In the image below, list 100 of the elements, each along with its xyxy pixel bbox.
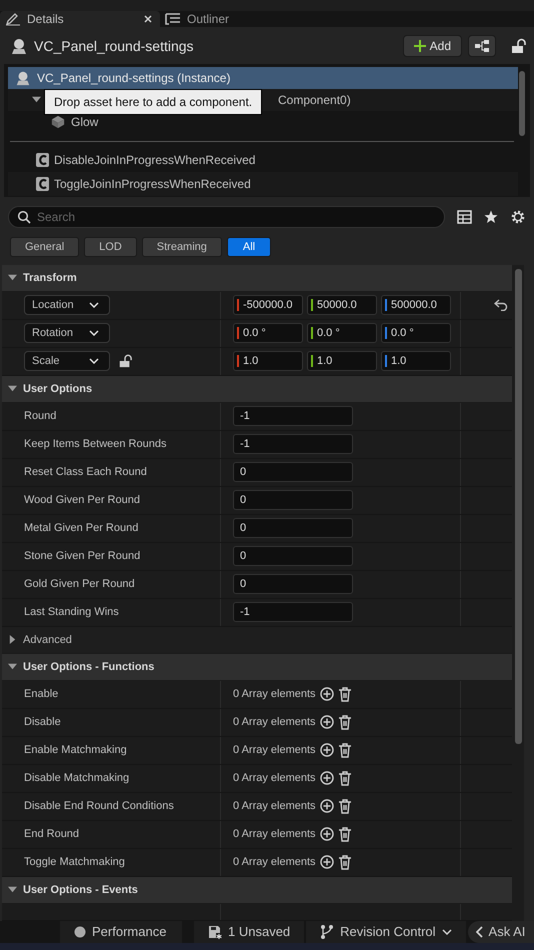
number-field[interactable]: 0 <box>233 518 353 538</box>
function-row[interactable]: DisableJoinInProgressWhenReceived <box>8 148 518 172</box>
number-field[interactable]: -1 <box>233 602 353 622</box>
add-icon[interactable] <box>320 715 334 730</box>
lock-icon[interactable] <box>118 354 132 368</box>
number-field[interactable]: 500000.0 <box>381 295 451 316</box>
filter-button[interactable]: LOD <box>84 236 137 257</box>
component-row[interactable]: VC_Panel_round-settings (Instance) <box>8 66 518 89</box>
section-header[interactable]: User Options - Events <box>2 876 512 904</box>
actor-icon <box>14 70 32 86</box>
status-bar-item[interactable]: Revision Control <box>306 920 466 944</box>
transform-dropdown[interactable]: Rotation <box>24 323 110 344</box>
function-row[interactable]: ToggleJoinInProgressWhenReceived <box>8 172 518 196</box>
number-field[interactable]: 1.0 <box>233 351 303 372</box>
chevron-icon <box>89 330 99 336</box>
chevron-icon <box>476 926 483 938</box>
caret-icon <box>8 384 17 394</box>
scrollbar[interactable] <box>512 264 524 921</box>
panel-tab[interactable]: Outliner <box>160 11 238 27</box>
branch-icon <box>320 924 334 940</box>
status-bar-item[interactable]: Ask AI <box>468 920 534 944</box>
filter-button[interactable]: Streaming <box>142 236 222 257</box>
trash-icon[interactable] <box>338 686 352 702</box>
property-label: Disable <box>24 716 61 728</box>
property-label: Disable End Round Conditions <box>24 800 174 812</box>
close-icon[interactable] <box>144 14 152 23</box>
tooltip: Drop asset here to add a component. <box>44 88 262 115</box>
add-icon[interactable] <box>320 771 334 786</box>
lock-icon[interactable] <box>510 38 526 54</box>
property-label: Gold Given Per Round <box>24 578 135 590</box>
status-bar-item[interactable]: 1 Unsaved <box>194 920 304 944</box>
transform-dropdown[interactable]: Scale <box>24 351 110 372</box>
caret-icon <box>8 885 17 894</box>
number-field[interactable]: 1.0 <box>381 351 451 372</box>
add-icon[interactable] <box>320 855 334 870</box>
number-field[interactable]: 0 <box>233 546 353 566</box>
filter-button[interactable]: General <box>10 236 80 257</box>
number-field[interactable]: 0.0 ° <box>381 323 451 344</box>
actor-title: VC_Panel_round-settings <box>34 38 194 54</box>
save-icon <box>208 924 222 939</box>
add-icon[interactable] <box>320 743 334 758</box>
property-label: Toggle Matchmaking <box>24 856 125 868</box>
add-button[interactable]: Add <box>402 34 462 57</box>
section-header[interactable]: Advanced <box>2 626 512 654</box>
circle-icon <box>74 926 86 938</box>
section-header[interactable]: User Options - Functions <box>2 654 512 681</box>
transform-dropdown[interactable]: Location <box>24 295 110 316</box>
search-field[interactable]: Search <box>8 206 445 228</box>
settings-icon[interactable] <box>510 208 526 225</box>
number-field[interactable]: 0.0 ° <box>233 323 303 344</box>
number-field[interactable]: -500000.0 <box>233 295 303 316</box>
add-icon[interactable] <box>320 799 334 814</box>
number-field[interactable]: -1 <box>233 406 353 426</box>
list-icon <box>165 12 181 26</box>
add-icon[interactable] <box>320 827 334 842</box>
section-header[interactable]: User Options <box>2 376 512 403</box>
array-count: 0 Array elements <box>233 772 316 784</box>
caret-icon[interactable] <box>32 95 41 104</box>
caret-icon <box>8 273 17 282</box>
actor-icon <box>10 36 28 55</box>
trash-icon[interactable] <box>338 742 352 758</box>
property-label: Metal Given Per Round <box>24 522 138 534</box>
number-field[interactable]: 0 <box>233 490 353 510</box>
number-field[interactable]: 0.0 ° <box>307 323 377 344</box>
trash-icon[interactable] <box>338 826 352 842</box>
number-field[interactable]: 0 <box>233 462 353 482</box>
array-count: 0 Array elements <box>233 856 316 868</box>
property-label: Wood Given Per Round <box>24 494 140 506</box>
caret-icon <box>8 662 17 672</box>
array-count: 0 Array elements <box>233 744 316 756</box>
status-bar-item[interactable]: Performance <box>60 920 182 944</box>
table-icon[interactable] <box>457 210 472 224</box>
reset-icon[interactable] <box>494 299 508 312</box>
pencil-icon <box>5 12 21 26</box>
chevron-icon <box>89 358 99 364</box>
chevron-icon <box>89 302 99 308</box>
array-count: 0 Array elements <box>233 716 316 728</box>
property-label: Reset Class Each Round <box>24 466 147 478</box>
property-label: Stone Given Per Round <box>24 550 140 562</box>
trash-icon[interactable] <box>338 770 352 786</box>
star-icon[interactable] <box>484 210 498 224</box>
trash-icon[interactable] <box>338 714 352 730</box>
number-field[interactable]: 0 <box>233 574 353 594</box>
section-header[interactable]: Transform <box>2 264 512 292</box>
property-label: Enable Matchmaking <box>24 744 127 756</box>
cube-icon <box>50 114 66 129</box>
array-count: 0 Array elements <box>233 800 316 812</box>
filter-button[interactable]: All <box>226 236 272 257</box>
add-icon[interactable] <box>320 687 334 702</box>
number-field[interactable]: 1.0 <box>307 351 377 372</box>
hierarchy-icon <box>474 38 490 53</box>
trash-icon[interactable] <box>338 854 352 870</box>
trash-icon[interactable] <box>338 798 352 814</box>
panel-tab[interactable]: Details <box>0 11 160 27</box>
number-field[interactable]: -1 <box>233 434 353 454</box>
property-label: Enable <box>24 688 58 700</box>
property-label: Last Standing Wins <box>24 606 119 618</box>
number-field[interactable]: 50000.0 <box>307 295 377 316</box>
hierarchy-button[interactable] <box>468 34 496 57</box>
search-icon <box>17 210 31 224</box>
